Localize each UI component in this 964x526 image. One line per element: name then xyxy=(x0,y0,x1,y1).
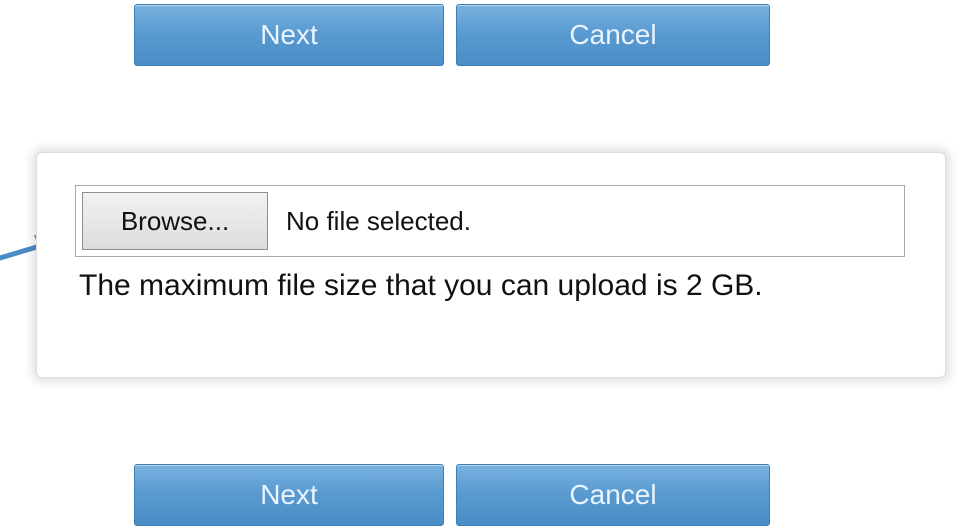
file-input-field[interactable]: Browse... No file selected. xyxy=(75,185,905,257)
top-button-row: Next Cancel xyxy=(134,4,770,66)
next-button-top[interactable]: Next xyxy=(134,4,444,66)
cancel-button-top[interactable]: Cancel xyxy=(456,4,770,66)
browse-button[interactable]: Browse... xyxy=(82,192,268,250)
next-button-bottom[interactable]: Next xyxy=(134,464,444,526)
file-upload-panel: Browse... No file selected. The maximum … xyxy=(36,152,946,378)
file-status-text: No file selected. xyxy=(286,206,471,236)
bottom-button-row: Next Cancel xyxy=(134,464,770,526)
next-button-label: Next xyxy=(260,19,318,50)
cancel-button-bottom[interactable]: Cancel xyxy=(456,464,770,526)
cancel-button-label: Cancel xyxy=(569,19,657,50)
cancel-button-label: Cancel xyxy=(569,479,657,510)
max-file-size-note: The maximum file size that you can uploa… xyxy=(79,269,763,302)
next-button-label: Next xyxy=(260,479,318,510)
